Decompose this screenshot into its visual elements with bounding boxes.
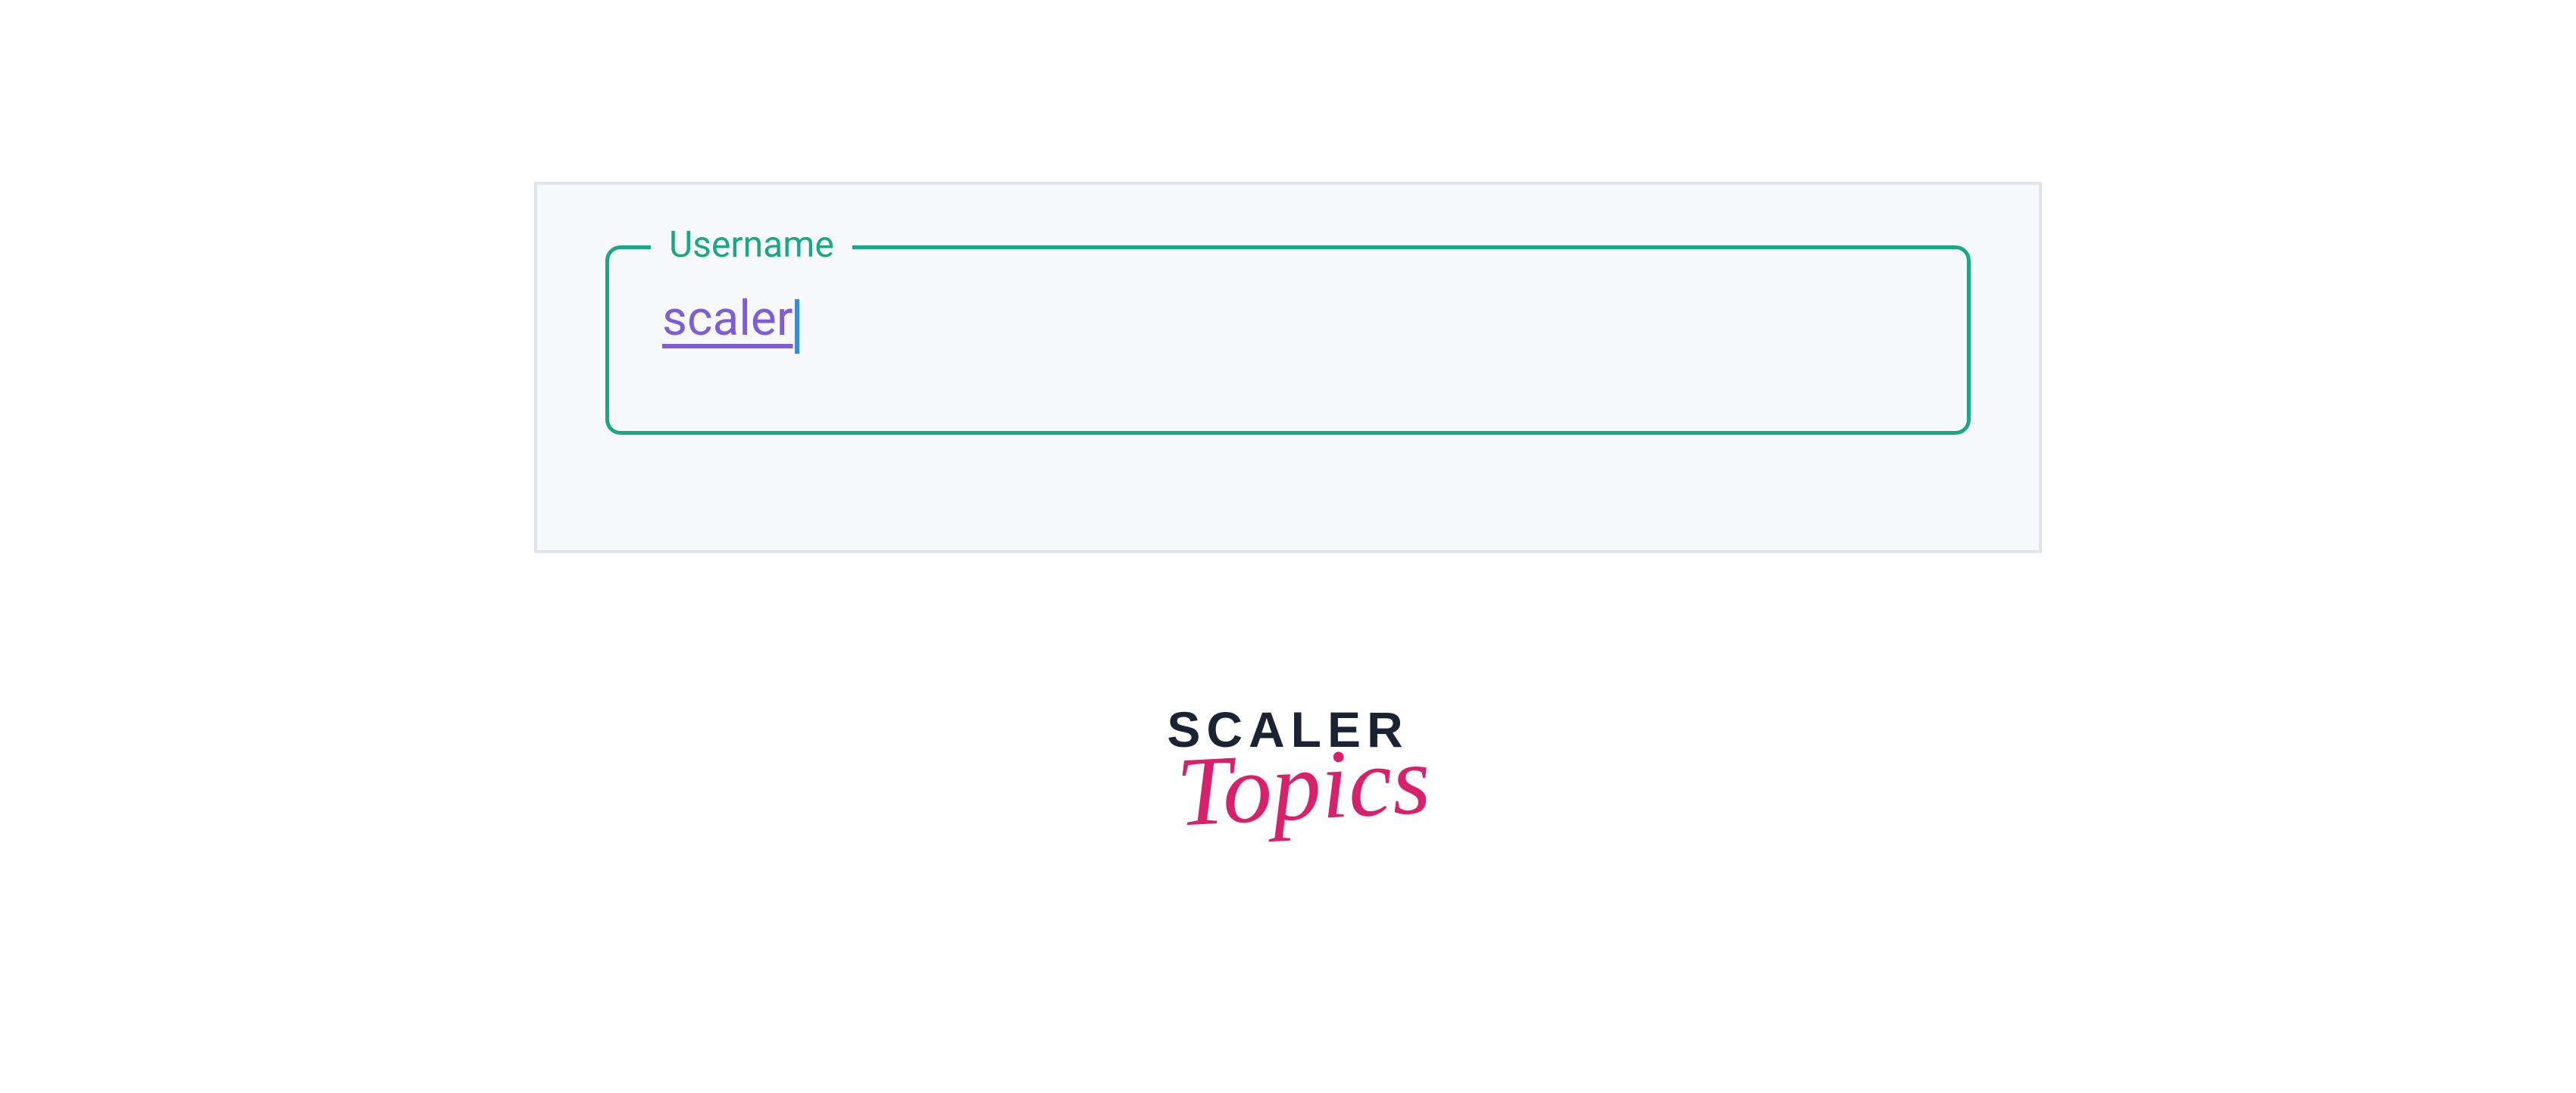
username-input[interactable]: scaler: [605, 245, 1971, 435]
username-field-wrapper: Username scaler: [605, 245, 1971, 435]
brand-logo-line2: Topics: [1174, 735, 1432, 837]
username-input-value: scaler: [662, 295, 793, 343]
brand-logo: SCALER Topics: [1146, 704, 1430, 831]
username-label: Username: [651, 223, 852, 267]
form-panel: Username scaler: [534, 182, 2042, 553]
text-cursor: [795, 299, 799, 354]
